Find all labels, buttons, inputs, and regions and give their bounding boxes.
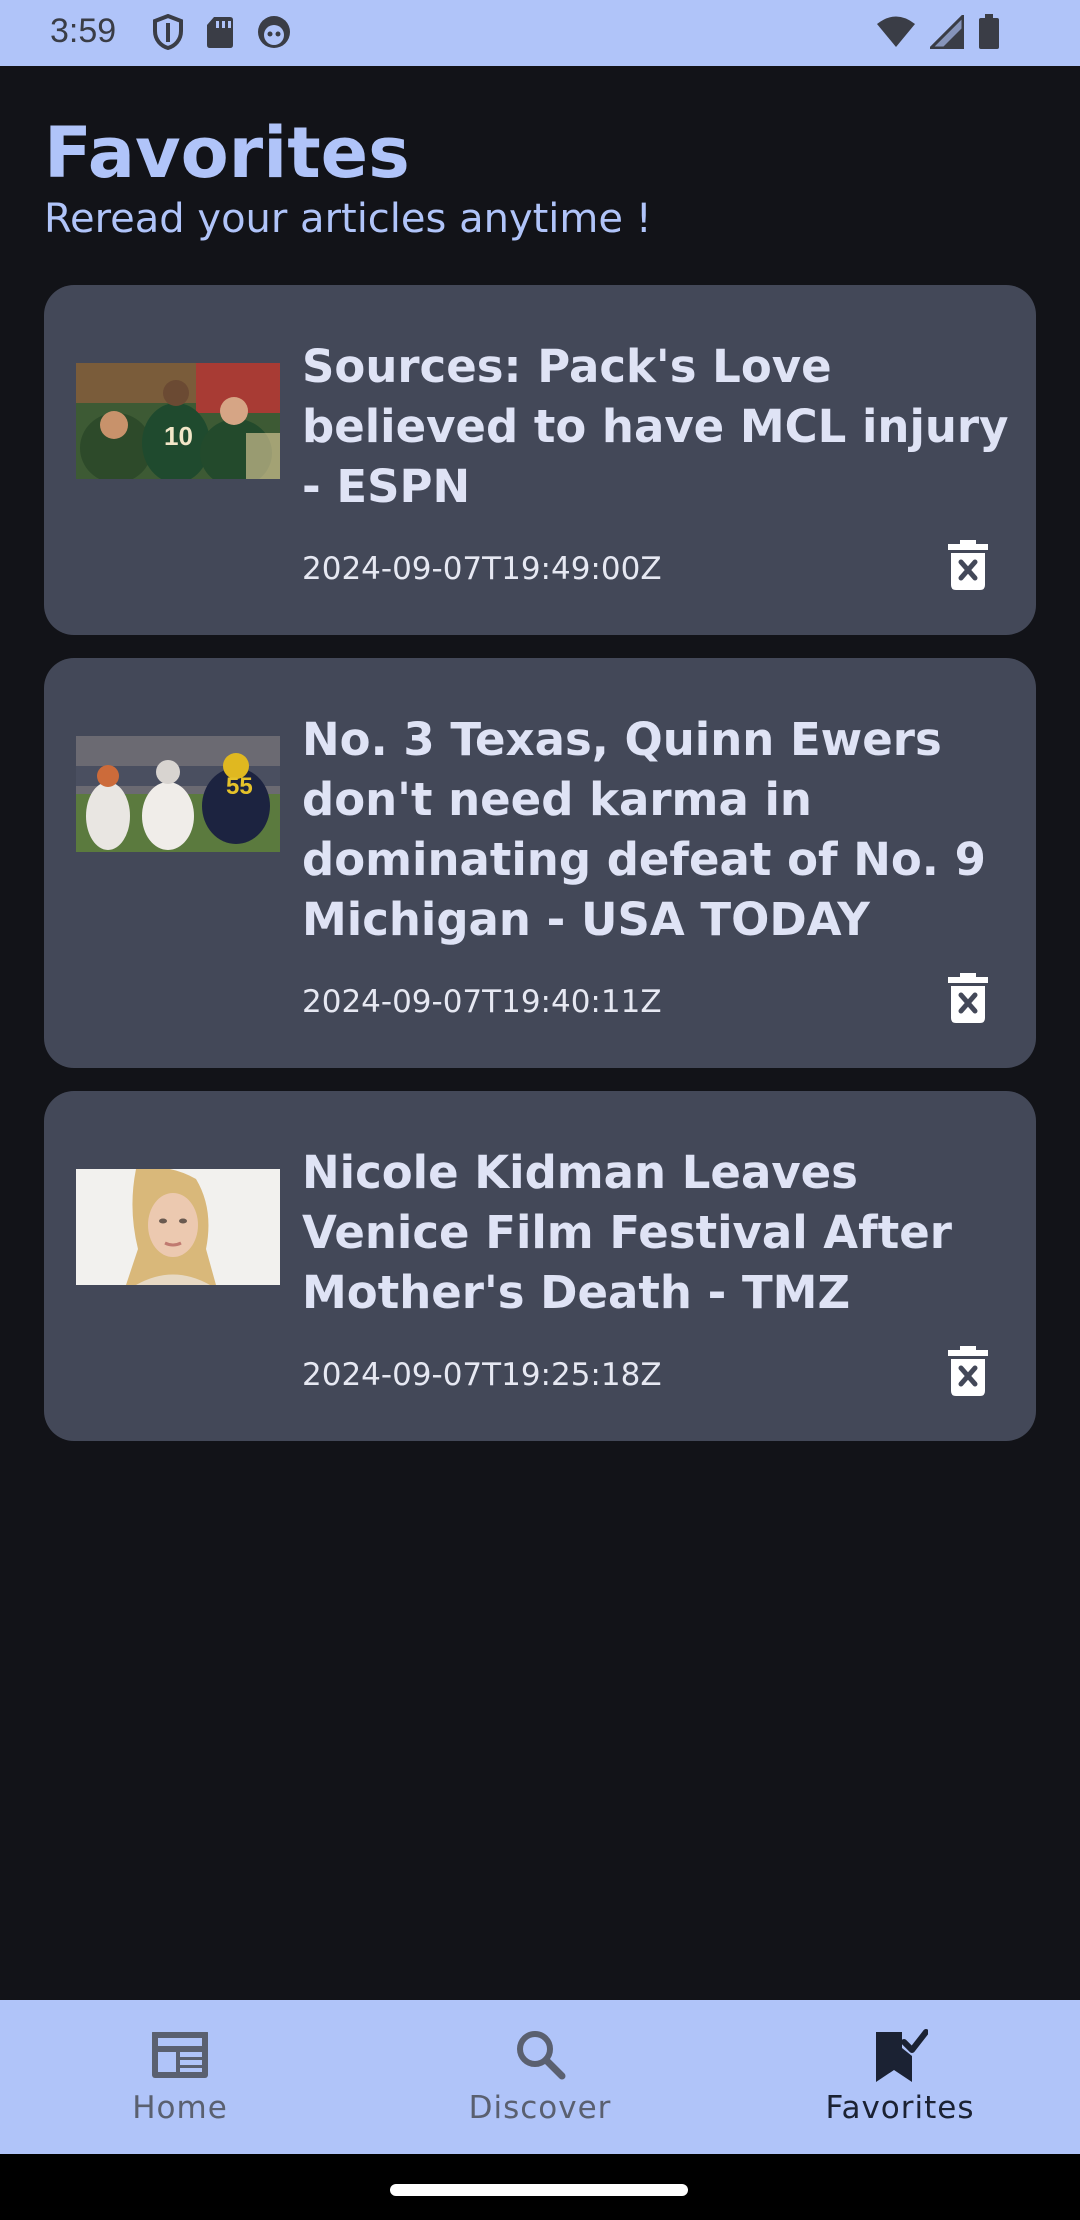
article-date: 2024-09-07T19:25:18Z <box>302 1357 662 1393</box>
status-system-icons <box>876 14 1000 50</box>
svg-text:55: 55 <box>226 773 253 800</box>
search-icon <box>514 2028 566 2084</box>
delete-button[interactable] <box>940 539 996 595</box>
article-card[interactable]: Nicole Kidman Leaves Venice Film Festiva… <box>44 1091 1036 1441</box>
delete-icon <box>948 973 988 1027</box>
svg-text:10: 10 <box>164 421 193 451</box>
nav-label: Favorites <box>825 2090 975 2126</box>
delete-icon <box>948 540 988 594</box>
newspaper-icon <box>150 2028 210 2084</box>
page-subtitle: Reread your articles anytime ! <box>44 196 652 242</box>
wifi-icon <box>876 15 916 49</box>
nav-item-discover[interactable]: Discover <box>360 2000 720 2154</box>
bookmark-check-icon <box>872 2028 929 2088</box>
bottom-navigation: Home Discover Favorites <box>0 2000 1080 2154</box>
article-title: Sources: Pack's Love believed to have MC… <box>302 340 1009 513</box>
article-thumbnail: 10 <box>76 363 280 479</box>
delete-button[interactable] <box>940 1345 996 1401</box>
status-bar: 3:59 <box>0 0 1080 66</box>
article-card[interactable]: 10 Sources: Pack's Love believed to have… <box>44 285 1036 635</box>
nav-item-home[interactable]: Home <box>0 2000 360 2154</box>
article-title: Nicole Kidman Leaves Venice Film Festiva… <box>302 1146 952 1319</box>
face-icon <box>256 14 292 50</box>
nav-item-favorites[interactable]: Favorites <box>720 2000 1080 2154</box>
status-time: 3:59 <box>50 12 117 50</box>
favorites-screen: 3:59 Favorites Reread your articles anyt… <box>0 0 1080 2220</box>
delete-button[interactable] <box>940 972 996 1028</box>
page-title: Favorites <box>44 112 410 194</box>
article-card[interactable]: 55 No. 3 Texas, Quinn Ewers don't need k… <box>44 658 1036 1068</box>
status-notification-icons <box>152 14 292 50</box>
delete-icon <box>948 1346 988 1400</box>
nav-label: Home <box>132 2090 228 2126</box>
signal-icon <box>930 15 964 49</box>
article-date: 2024-09-07T19:40:11Z <box>302 984 662 1020</box>
gesture-handle[interactable] <box>390 2184 688 2196</box>
article-thumbnail: 55 <box>76 736 280 852</box>
gesture-navigation-area <box>0 2154 1080 2220</box>
article-thumbnail <box>76 1169 280 1285</box>
sd-card-icon <box>206 15 234 49</box>
battery-icon <box>978 14 1000 50</box>
article-title: No. 3 Texas, Quinn Ewers don't need karm… <box>302 713 986 946</box>
article-date: 2024-09-07T19:49:00Z <box>302 551 662 587</box>
shield-icon <box>152 14 184 50</box>
nav-label: Discover <box>468 2090 612 2126</box>
